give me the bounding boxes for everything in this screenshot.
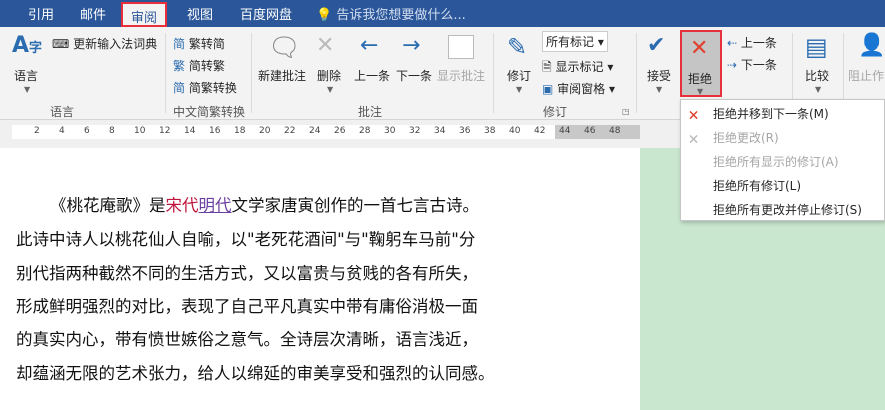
- previous-comment-button[interactable]: 上一条: [354, 67, 390, 84]
- keyboard-icon: ⌨: [52, 37, 70, 51]
- ruler-tick: 20: [259, 126, 271, 136]
- ruler-tick: 34: [434, 126, 446, 136]
- convert-button[interactable]: 简 简繁转换: [173, 79, 237, 96]
- previous-comment-icon: ←: [360, 33, 379, 58]
- t2s-icon: 简: [173, 37, 186, 51]
- tell-me-search[interactable]: 💡 告诉我您想要做什么...: [316, 4, 466, 23]
- next-change-button[interactable]: ⇢ 下一条: [727, 56, 777, 73]
- reviewing-pane-button[interactable]: ▣ 审阅窗格 ▾: [542, 80, 615, 97]
- show-comments-icon: [448, 35, 474, 59]
- next-icon: ⇢: [727, 58, 738, 72]
- ruler-tick: 36: [459, 126, 471, 136]
- simplified-to-traditional-button[interactable]: 繁 简转繁: [173, 57, 225, 74]
- ribbon-tab-bar: 引用 邮件 审阅 视图 百度网盘 💡 告诉我您想要做什么...: [0, 0, 885, 27]
- ruler-tick: 30: [384, 126, 396, 136]
- block-authors-icon: 👤: [858, 33, 885, 58]
- pane-icon: ▣: [542, 82, 554, 96]
- next-comment-button[interactable]: 下一条: [396, 67, 432, 84]
- ruler-tick: 4: [59, 126, 65, 136]
- tab-mailings[interactable]: 邮件: [80, 4, 106, 23]
- paragraph-line: 却蕴涵无限的艺术张力，给人以绵延的审美享受和强烈的认同感。: [16, 364, 495, 383]
- previous-change-button[interactable]: ⇠ 上一条: [727, 34, 777, 51]
- new-comment-icon: 🗨: [268, 33, 302, 63]
- tab-references[interactable]: 引用: [28, 4, 54, 23]
- new-comment-button[interactable]: 新建批注: [258, 67, 306, 84]
- dialog-launcher-icon[interactable]: ◳: [622, 107, 630, 116]
- accept-button[interactable]: 接受: [647, 67, 671, 84]
- tab-review[interactable]: 审阅: [121, 2, 168, 27]
- ruler-tick: 28: [359, 126, 371, 136]
- group-label-tracking: 修订: [543, 105, 568, 119]
- paragraph-line: 形成鲜明强烈的对比，表现了自己平凡真实中带有庸俗消极一面: [16, 297, 478, 316]
- reject-icon: ✕: [690, 36, 709, 61]
- ruler-tick: 42: [534, 126, 546, 136]
- tab-view[interactable]: 视图: [187, 4, 213, 23]
- ruler-tick: 12: [159, 126, 171, 136]
- accept-icon: ✔: [647, 33, 666, 58]
- paragraph-line: 的真实内心，带有愤世嫉俗之意气。全诗层次清晰，语言浅近，: [16, 330, 478, 349]
- compare-icon: ▤: [805, 33, 828, 61]
- group-label-language: 语言: [50, 105, 75, 119]
- ruler-tick: 32: [409, 126, 421, 136]
- reject-button[interactable]: ✕ 拒绝 ▼: [680, 30, 722, 97]
- reject-dropdown-menu: 🗙 🗙 拒绝并移到下一条(M) 拒绝更改(R) 拒绝所有显示的修订(A) 拒绝所有修订…: [680, 99, 885, 221]
- menu-item[interactable]: 拒绝更改(R): [713, 129, 779, 146]
- s2t-icon: 繁: [173, 59, 186, 73]
- track-changes-button[interactable]: 修订: [507, 67, 531, 84]
- menu-item[interactable]: 拒绝所有修订(L): [713, 177, 801, 194]
- show-markup-button[interactable]: 🗎 显示标记 ▾: [542, 58, 613, 79]
- paragraph-line: 此诗中诗人以桃花仙人自喻，以"老死花酒间"与"鞠躬车马前"分: [16, 230, 476, 249]
- ruler-tick: 18: [234, 126, 246, 136]
- markup-select[interactable]: 所有标记 ▾: [542, 31, 608, 52]
- group-label-comments: 批注: [358, 105, 383, 119]
- block-authors-button[interactable]: 阻止作: [848, 67, 884, 84]
- ruler-tick: 24: [309, 126, 321, 136]
- ruler-tick: 14: [184, 126, 196, 136]
- compare-button[interactable]: 比较: [805, 67, 829, 84]
- deleted-text: 宋代: [165, 196, 199, 215]
- convert-icon: 简: [173, 81, 186, 95]
- language-button[interactable]: 语言: [14, 67, 38, 84]
- reject-change-icon: 🗙: [689, 131, 699, 145]
- ruler-tick: 40: [509, 126, 521, 136]
- previous-icon: ⇠: [727, 36, 738, 50]
- ruler-tick: 2: [34, 126, 40, 136]
- next-comment-icon: →: [402, 33, 421, 58]
- show-comments-button[interactable]: 显示批注: [437, 67, 485, 84]
- paragraph-line: 《桃花庵歌》是宋代明代文学家唐寅创作的一首七言古诗。: [50, 196, 479, 215]
- traditional-to-simplified-button[interactable]: 简 繁转简: [173, 35, 225, 52]
- document-page[interactable]: 《桃花庵歌》是宋代明代文学家唐寅创作的一首七言古诗。 此诗中诗人以桃花仙人自喻，…: [0, 148, 640, 410]
- ruler-tick: 16: [209, 126, 221, 136]
- delete-comment-icon: ✕: [316, 33, 335, 58]
- group-label-chinese: 中文简繁转换: [173, 105, 246, 119]
- ruler-tick: 10: [134, 126, 146, 136]
- ruler-tick: 8: [109, 126, 115, 136]
- menu-item[interactable]: 拒绝所有显示的修订(A): [713, 153, 839, 170]
- language-icon: A字: [12, 33, 43, 58]
- ruler-tick: 22: [284, 126, 296, 136]
- ruler-tick: 6: [84, 126, 90, 136]
- update-ime-dictionary-button[interactable]: ⌨ 更新输入法词典: [52, 35, 157, 52]
- menu-item[interactable]: 拒绝并移到下一条(M): [713, 105, 829, 122]
- ruler-tick: 44: [559, 126, 571, 136]
- lightbulb-icon: 💡: [316, 8, 333, 23]
- paragraph-line: 别代指两种截然不同的生活方式，又以富贵与贫贱的各有所失，: [16, 264, 478, 283]
- track-changes-icon: ✎: [507, 33, 528, 61]
- menu-item[interactable]: 拒绝所有更改并停止修订(S): [713, 201, 862, 218]
- ruler-tick: 46: [584, 126, 596, 136]
- tab-baidu-netdisk[interactable]: 百度网盘: [240, 4, 292, 23]
- ruler-tick: 48: [609, 126, 621, 136]
- ruler-tick: 38: [484, 126, 496, 136]
- document-icon: 🗎: [542, 60, 552, 74]
- delete-comment-button[interactable]: 删除: [317, 67, 341, 84]
- reject-move-next-icon: 🗙: [689, 107, 699, 121]
- ruler-tick: 26: [334, 126, 346, 136]
- inserted-text: 明代: [198, 196, 232, 215]
